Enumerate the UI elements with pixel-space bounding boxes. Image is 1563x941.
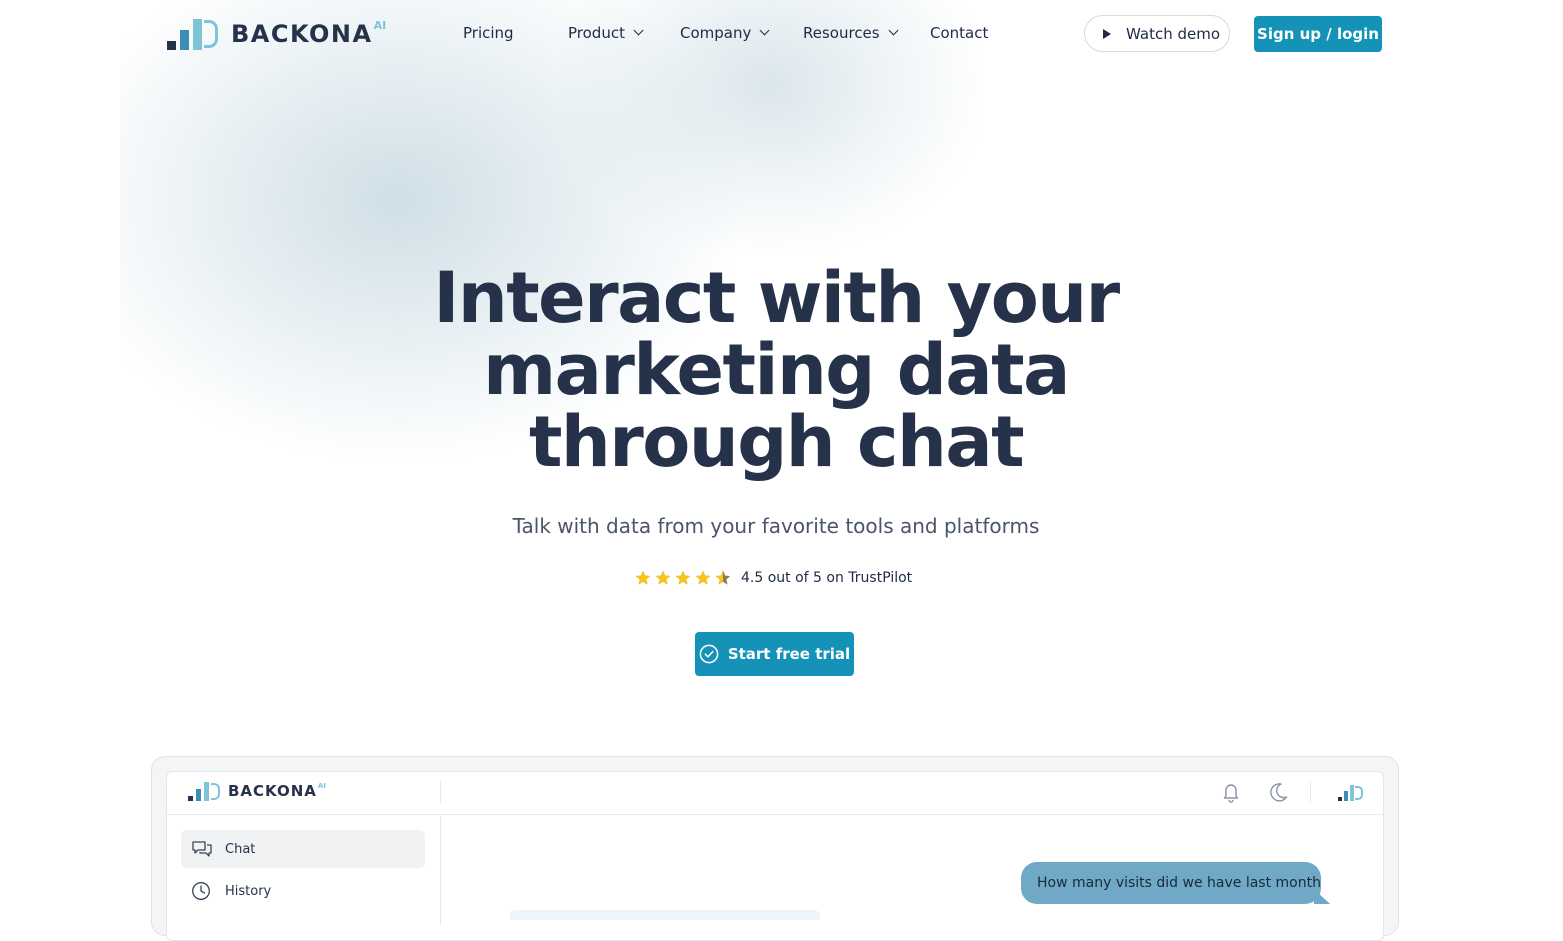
chevron-down-icon bbox=[888, 25, 899, 35]
start-free-trial-button[interactable]: Start free trial bbox=[695, 632, 854, 676]
chat-message-bubble: How many visits did we have last month bbox=[1021, 862, 1321, 904]
nav-product-label: Product bbox=[568, 24, 625, 42]
topbar-right-divider bbox=[1310, 781, 1311, 803]
nav-pricing-label: Pricing bbox=[463, 24, 514, 42]
chat-message-text: How many visits did we have last month bbox=[1037, 875, 1321, 891]
play-icon bbox=[1103, 28, 1111, 39]
watch-demo-label: Watch demo bbox=[1126, 24, 1221, 43]
star-icon bbox=[715, 570, 731, 585]
topbar-divider bbox=[440, 781, 441, 803]
logo-icon[interactable] bbox=[1338, 783, 1364, 801]
signup-login-label: Sign up / login bbox=[1257, 25, 1379, 43]
sidebar-divider bbox=[440, 815, 441, 925]
trustpilot-rating: 4.5 out of 5 on TrustPilot bbox=[635, 570, 912, 586]
sidebar-item-history[interactable]: History bbox=[181, 872, 425, 910]
hero-subtitle: Talk with data from your favorite tools … bbox=[512, 514, 1040, 538]
sidebar-item-chat[interactable]: Chat bbox=[181, 830, 425, 868]
watch-demo-button[interactable]: Watch demo bbox=[1084, 15, 1230, 52]
nav-contact[interactable]: Contact bbox=[930, 24, 988, 42]
hero-title: Interact with your marketing data throug… bbox=[380, 262, 1172, 478]
nav-pricing[interactable]: Pricing bbox=[463, 24, 514, 42]
clock-icon bbox=[192, 882, 210, 900]
sidebar-item-history-label: History bbox=[225, 883, 272, 899]
chat-bubbles-icon bbox=[192, 841, 212, 857]
nav-resources[interactable]: Resources bbox=[803, 24, 899, 42]
chat-response-placeholder bbox=[510, 910, 820, 920]
nav-company[interactable]: Company bbox=[680, 24, 770, 42]
star-icon bbox=[635, 570, 651, 585]
app-logo-suffix: AI bbox=[317, 782, 326, 790]
star-icon bbox=[655, 570, 671, 585]
check-circle-icon bbox=[699, 644, 719, 664]
bell-icon[interactable] bbox=[1221, 781, 1241, 803]
moon-icon[interactable] bbox=[1267, 781, 1289, 803]
hero-title-line-3: through chat bbox=[528, 401, 1025, 483]
chevron-down-icon bbox=[759, 25, 770, 35]
sidebar-item-chat-label: Chat bbox=[225, 841, 256, 857]
nav-product[interactable]: Product bbox=[568, 24, 644, 42]
chevron-down-icon bbox=[633, 25, 644, 35]
logo-text: BACKONA bbox=[231, 19, 373, 48]
rating-text: 4.5 out of 5 on TrustPilot bbox=[741, 570, 913, 586]
signup-login-button[interactable]: Sign up / login bbox=[1254, 16, 1382, 52]
app-topbar bbox=[166, 771, 1384, 815]
nav-contact-label: Contact bbox=[930, 24, 989, 42]
logo-bars-icon bbox=[167, 17, 219, 50]
app-logo[interactable]: BACKONA AI bbox=[188, 781, 326, 801]
hero-title-line-2: marketing data bbox=[483, 329, 1070, 411]
site-logo[interactable]: BACKONA AI bbox=[167, 17, 386, 50]
nav-company-label: Company bbox=[680, 24, 752, 42]
start-free-trial-label: Start free trial bbox=[727, 645, 851, 663]
star-icon bbox=[675, 570, 691, 585]
nav-resources-label: Resources bbox=[803, 24, 880, 42]
chat-bubble-tail bbox=[1314, 889, 1330, 904]
hero-title-line-1: Interact with your bbox=[433, 257, 1120, 339]
star-icon bbox=[695, 570, 711, 585]
rating-stars bbox=[635, 570, 735, 586]
app-logo-text: BACKONA bbox=[228, 782, 317, 800]
logo-suffix: AI bbox=[373, 19, 387, 32]
logo-bars-icon bbox=[188, 781, 220, 801]
